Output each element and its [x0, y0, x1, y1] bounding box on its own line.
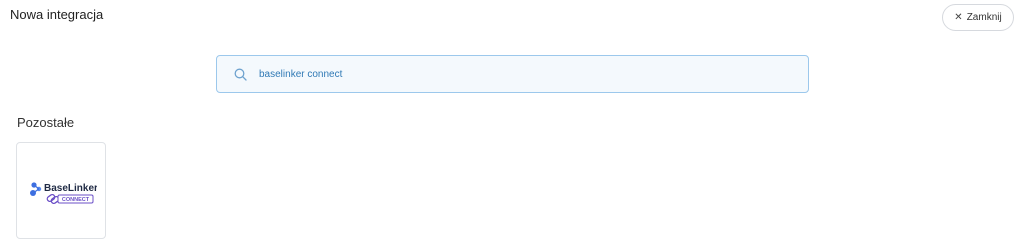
close-button-label: Zamknij [966, 12, 1002, 23]
section-label-other: Pozostałe [17, 115, 75, 130]
logo-wordmark: BaseLinker [44, 183, 97, 194]
search-input[interactable] [259, 68, 779, 80]
search-box[interactable] [216, 55, 809, 93]
page-title: Nowa integracja [10, 7, 104, 22]
integration-card-baselinker-connect[interactable]: BaseLinker CONNECT [16, 142, 106, 239]
new-integration-page: Nowa integracja ✕ Zamknij Pozostałe Base… [0, 0, 1024, 251]
logo-connect-badge: CONNECT [62, 197, 90, 203]
search-icon [233, 67, 247, 81]
close-button[interactable]: ✕ Zamknij [942, 4, 1014, 31]
baselinker-logo: BaseLinker CONNECT [29, 179, 98, 214]
close-icon: ✕ [954, 11, 963, 23]
